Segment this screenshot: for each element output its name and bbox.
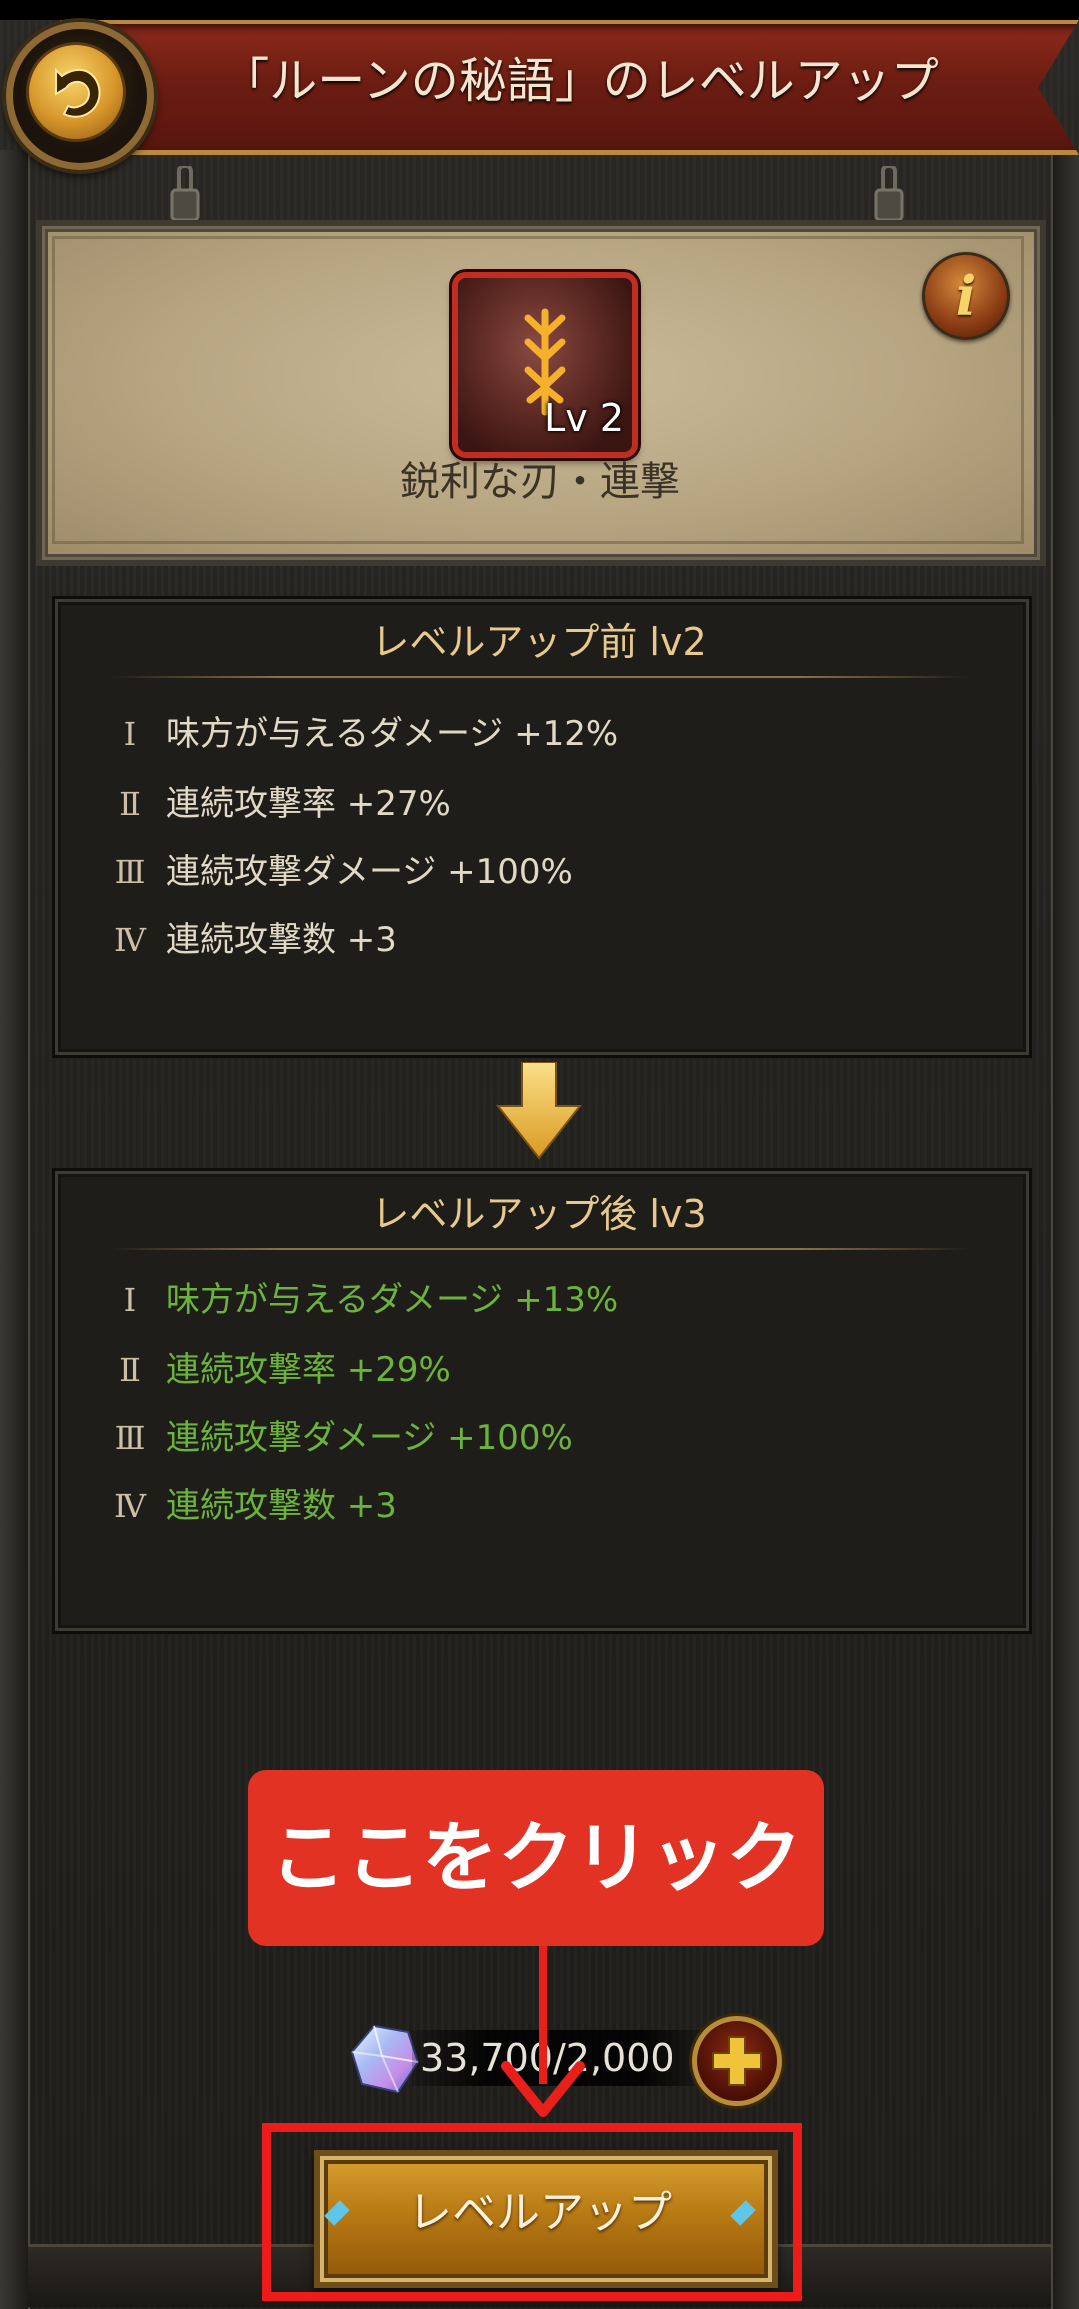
after-stat-1-numeral: Ⅰ: [123, 1281, 137, 1319]
before-stat-1-numeral: Ⅰ: [123, 715, 137, 753]
frame-right-pillar: [1051, 150, 1079, 2309]
rune-level-label: Lv 2: [544, 396, 624, 440]
after-stat-1: 味方が与えるダメージ +13%: [166, 1280, 619, 1320]
after-panel-divider: [110, 1248, 970, 1250]
info-button[interactable]: i: [922, 252, 1010, 340]
rune-name: 鋭利な刃・連撃: [400, 459, 680, 505]
after-stat-3-numeral: Ⅲ: [114, 1419, 146, 1457]
before-stat-2-numeral: Ⅱ: [119, 785, 141, 823]
before-panel-divider: [110, 676, 970, 678]
rune-icon[interactable]: Lv 2: [452, 272, 638, 458]
instruction-callout-text: ここをクリック: [270, 1813, 802, 1902]
down-arrow-icon: [496, 1062, 582, 1160]
status-strip: [0, 0, 1079, 20]
add-gems-button[interactable]: [692, 2016, 782, 2106]
info-icon[interactable]: i: [925, 255, 1007, 337]
page-title: 「ルーンの秘語」のレベルアップ: [221, 53, 939, 109]
after-stat-3: 連続攻撃ダメージ +100%: [166, 1418, 573, 1458]
after-stat-4: 連続攻撃数 +3: [166, 1486, 397, 1526]
after-stat-2-numeral: Ⅱ: [119, 1351, 141, 1389]
back-arrow-icon[interactable]: [26, 42, 120, 136]
gem-icon: [350, 2024, 420, 2094]
before-stat-3-numeral: Ⅲ: [114, 853, 146, 891]
before-stat-3: 連続攻撃ダメージ +100%: [166, 852, 573, 892]
after-stat-4-numeral: Ⅳ: [114, 1487, 146, 1525]
after-panel-title: レベルアップ後 lv3: [371, 1192, 707, 1236]
after-stat-2: 連続攻撃率 +29%: [166, 1350, 451, 1390]
callout-pointer-arrow-icon: [501, 2061, 585, 2117]
chain-left-icon: [170, 166, 200, 222]
chain-right-icon: [874, 166, 904, 222]
before-stat-4-numeral: Ⅳ: [114, 921, 146, 959]
before-stat-1: 味方が与えるダメージ +12%: [166, 714, 619, 754]
before-panel-title: レベルアップ前 lv2: [371, 620, 707, 664]
before-stat-4: 連続攻撃数 +3: [166, 920, 397, 960]
frame-left-pillar: [0, 150, 30, 2309]
highlight-box: [262, 2123, 802, 2301]
before-stat-2: 連続攻撃率 +27%: [166, 784, 451, 824]
plus-icon[interactable]: [697, 2021, 777, 2101]
